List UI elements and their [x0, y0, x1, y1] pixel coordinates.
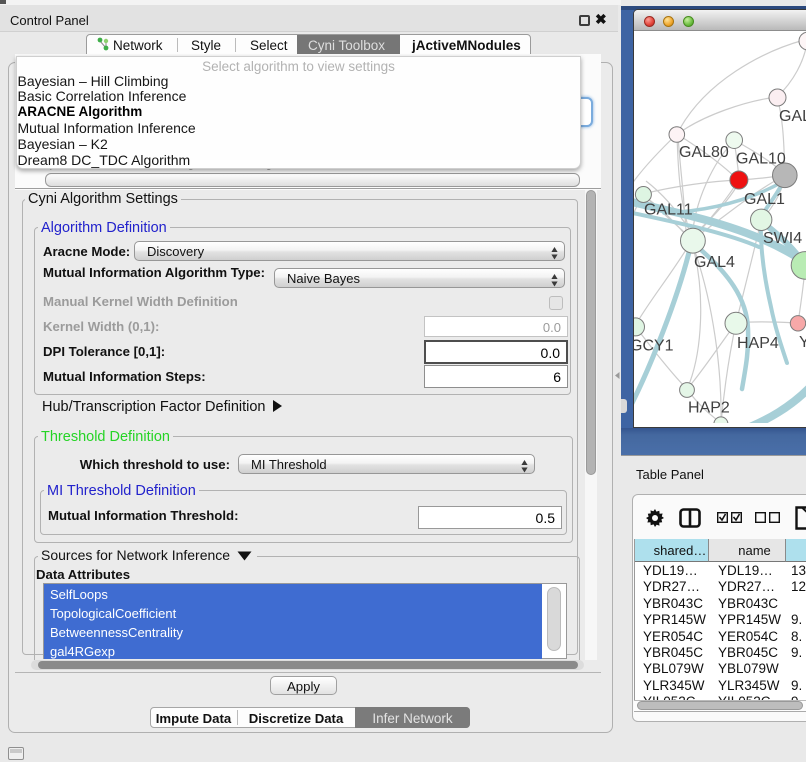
svg-text:GAL11: GAL11	[644, 202, 693, 219]
svg-text:GAL2: GAL2	[779, 108, 806, 125]
svg-text:GAL80: GAL80	[679, 144, 729, 161]
svg-text:YD: YD	[799, 334, 806, 351]
svg-text:GAL1: GAL1	[744, 191, 785, 208]
svg-text:GAL4: GAL4	[694, 254, 735, 271]
svg-text:GCY1: GCY1	[634, 338, 674, 355]
svg-text:HAP4: HAP4	[737, 335, 779, 352]
svg-text:HAP2: HAP2	[688, 400, 730, 417]
svg-text:SWI4: SWI4	[763, 230, 802, 247]
svg-text:GAL10: GAL10	[736, 151, 786, 168]
